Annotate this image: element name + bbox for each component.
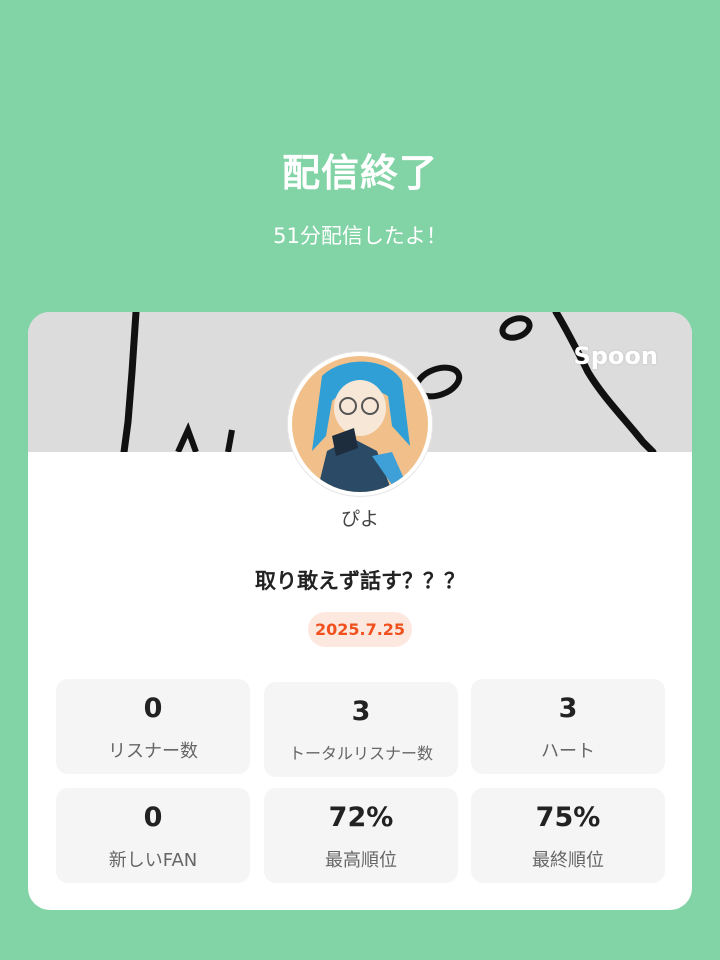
date-badge: 2025.7.25: [308, 612, 412, 647]
stat-hearts: 3 ハート: [471, 679, 665, 774]
spoon-logo: Spoon: [573, 342, 658, 370]
stat-label: 最終順位: [532, 850, 604, 871]
stat-value: 72%: [328, 802, 394, 833]
stat-label: ハート: [541, 741, 595, 762]
page-title: 配信終了: [281, 151, 438, 195]
stream-ended-screen: 配信終了 51分配信したよ！ Spoon ぴよ 取り敢えず話す？？？ 2025.…: [0, 0, 720, 960]
stat-listeners: 0 リスナー数: [56, 679, 250, 774]
stat-final-rank: 75% 最終順位: [471, 788, 665, 883]
stat-label: 新しいFAN: [108, 850, 198, 871]
stream-title: 取り敢えず話す？？？: [255, 569, 465, 593]
stat-value: 3: [558, 693, 578, 724]
avatar-illustration: [292, 356, 428, 492]
stat-highest-rank: 72% 最高順位: [264, 788, 458, 883]
username: ぴよ: [340, 508, 379, 530]
stream-summary-card: Spoon ぴよ 取り敢えず話す？？？ 2025.7.25 0 リスナー数 3 …: [28, 312, 692, 910]
stat-value: 0: [143, 693, 163, 724]
stat-new-fans: 0 新しいFAN: [56, 788, 250, 883]
stat-label: 最高順位: [325, 850, 397, 871]
stat-label: リスナー数: [108, 741, 198, 762]
stream-duration-text: 51分配信したよ！: [273, 224, 447, 248]
stat-value: 0: [143, 802, 163, 833]
stat-total-listeners: 3 トータルリスナー数: [264, 682, 458, 777]
avatar: [288, 352, 432, 496]
stat-value: 75%: [535, 802, 601, 833]
stat-label: トータルリスナー数: [288, 744, 433, 763]
stat-value: 3: [351, 696, 371, 727]
